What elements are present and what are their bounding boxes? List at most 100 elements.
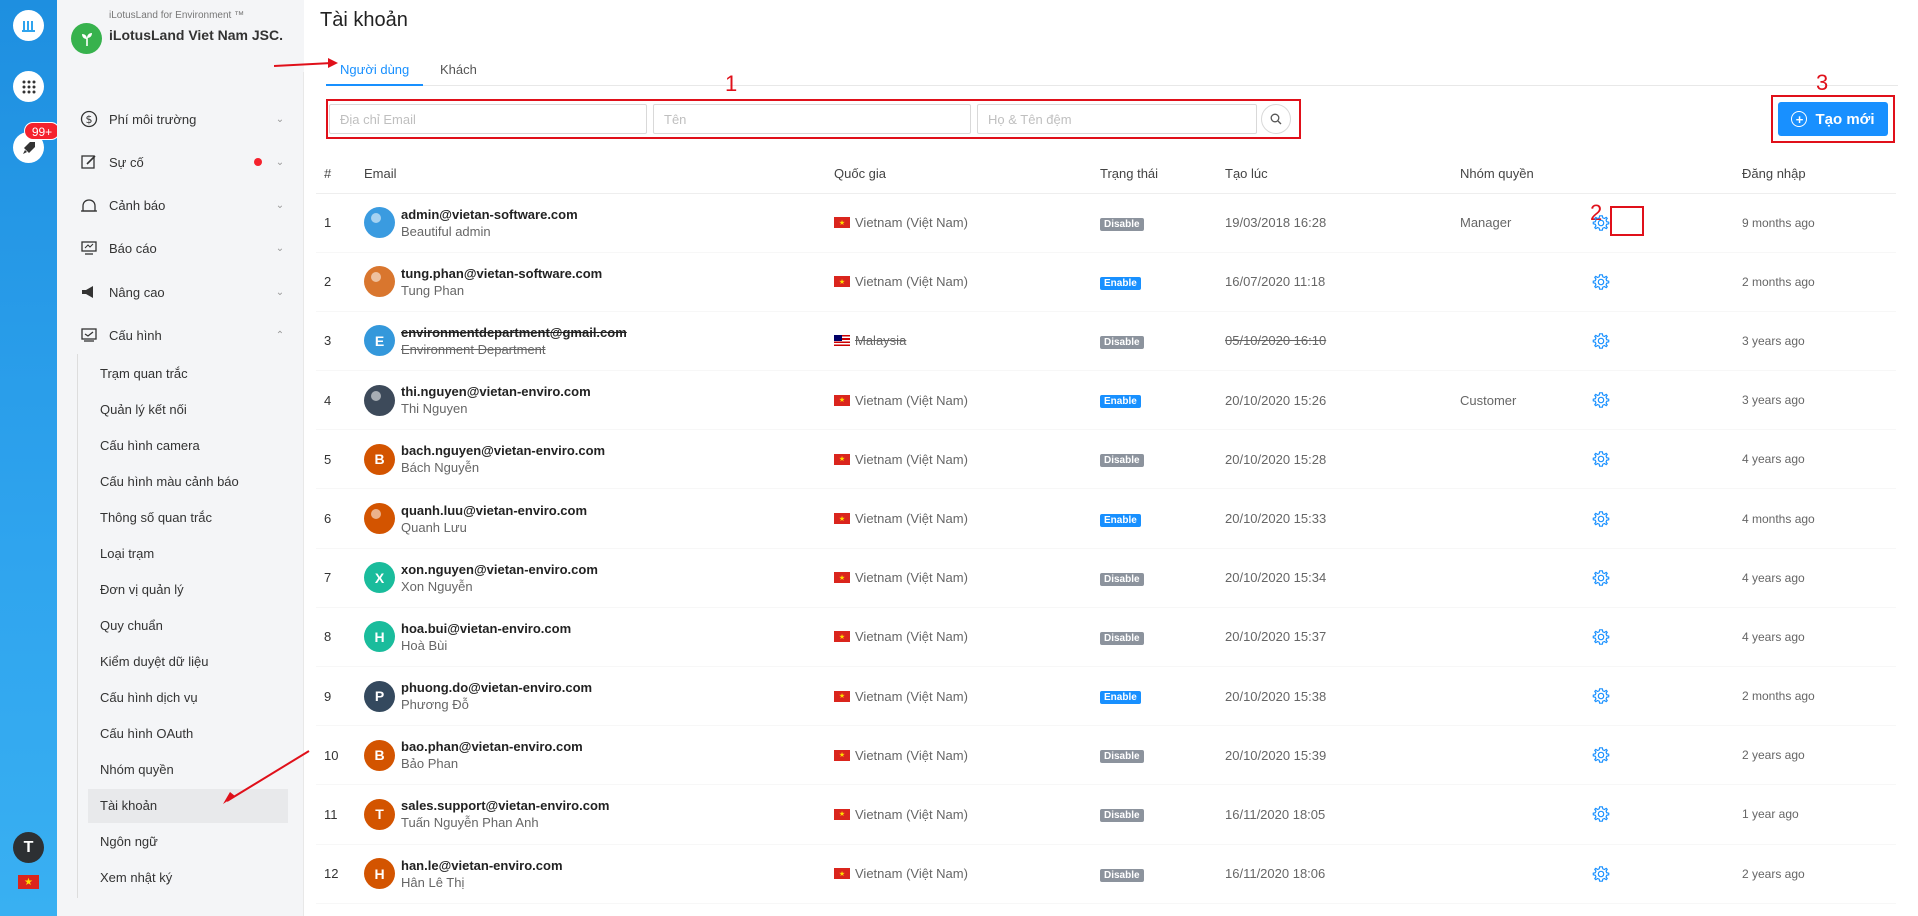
- role-settings-button[interactable]: [1590, 685, 1612, 707]
- submenu-item[interactable]: Ngôn ngữ: [88, 825, 288, 859]
- email-search-input[interactable]: [329, 104, 647, 134]
- table-row[interactable]: 6 quanh.luu@vietan-enviro.com Quanh Lưu …: [316, 488, 1896, 549]
- role-settings-button[interactable]: [1590, 863, 1612, 885]
- config-icon: [79, 325, 99, 345]
- menu-item-report[interactable]: Báo cáo ⌄: [57, 230, 304, 266]
- avatar-initial: T: [375, 806, 384, 823]
- role-settings-button[interactable]: [1590, 567, 1612, 589]
- status-cell: Disable: [1092, 784, 1217, 845]
- row-number: 1: [316, 193, 356, 253]
- row-number: 5: [316, 429, 356, 490]
- submenu-item[interactable]: Đơn vị quản lý: [88, 573, 288, 607]
- submenu-item[interactable]: Quy chuẩn: [88, 609, 288, 643]
- table-row[interactable]: 1 admin@vietan-software.com Beautiful ad…: [316, 193, 1896, 253]
- created-at: 20/10/2020 15:39: [1217, 725, 1452, 786]
- country-name: Vietnam (Việt Nam): [855, 629, 968, 645]
- row-number: 3: [316, 311, 356, 372]
- last-login: 4 years ago: [1734, 607, 1896, 668]
- created-at: 20/10/2020 15:28: [1217, 429, 1452, 490]
- user-email[interactable]: han.le@vietan-enviro.com: [401, 858, 563, 873]
- user-name: Tuấn Nguyễn Phan Anh: [401, 815, 539, 831]
- first-name-search-input[interactable]: [653, 104, 971, 134]
- sprout-logo-icon: [71, 23, 102, 54]
- last-login: 2 years ago: [1734, 844, 1896, 904]
- tab-users[interactable]: Người dùng: [326, 58, 424, 86]
- incident-dot: [254, 158, 262, 166]
- col-role: Nhóm quyền: [1452, 155, 1734, 194]
- avatar: H: [364, 858, 395, 890]
- user-avatar[interactable]: T: [13, 832, 44, 863]
- tab-guests[interactable]: Khách: [426, 58, 491, 86]
- submenu-item[interactable]: Quản lý kết nối: [88, 393, 288, 427]
- role-settings-button[interactable]: [1590, 389, 1612, 411]
- submenu-item[interactable]: Xem nhật ký: [88, 861, 288, 895]
- row-number: 11: [316, 784, 356, 845]
- table-row[interactable]: 8 H hoa.bui@vietan-enviro.com Hoà Bùi ★ V…: [316, 607, 1896, 668]
- country-name: Vietnam (Việt Nam): [855, 274, 968, 290]
- app-logo-icon[interactable]: [13, 10, 44, 41]
- avatar-initial: P: [374, 688, 385, 705]
- avatar: [364, 503, 395, 535]
- table-row[interactable]: 2 tung.phan@vietan-software.com Tung Pha…: [316, 252, 1896, 312]
- table-row[interactable]: 11 T sales.support@vietan-enviro.com Tuấ…: [316, 784, 1896, 845]
- last-name-search-input[interactable]: [977, 104, 1257, 134]
- submenu-item[interactable]: Trạm quan trắc: [88, 357, 288, 391]
- role-settings-button[interactable]: [1590, 212, 1612, 234]
- role-settings-button[interactable]: [1590, 803, 1612, 825]
- create-new-button[interactable]: + Tạo mới: [1778, 102, 1888, 136]
- user-email[interactable]: environmentdepartment@gmail.com: [401, 325, 627, 340]
- avatar-photo-icon: [364, 384, 395, 416]
- menu-item-environment-fee[interactable]: $ Phí môi trường ⌄: [57, 101, 304, 137]
- user-cell: B bao.phan@vietan-enviro.com Bảo Phan: [356, 725, 826, 786]
- user-email[interactable]: bao.phan@vietan-enviro.com: [401, 739, 583, 754]
- role-settings-button[interactable]: [1590, 626, 1612, 648]
- menu-item-warning[interactable]: Cảnh báo ⌄: [57, 187, 304, 223]
- submenu-item[interactable]: Cấu hình OAuth: [88, 717, 288, 751]
- menu-item-configuration[interactable]: Cấu hình ⌃: [57, 317, 304, 353]
- table-row[interactable]: 9 P phuong.do@vietan-enviro.com Phương Đ…: [316, 666, 1896, 727]
- main-content: Tài khoản Người dùng Khách 1 3 + Tạo mới…: [274, 0, 1918, 916]
- chevron-up-icon: ⌃: [275, 329, 285, 341]
- search-button[interactable]: [1261, 104, 1291, 134]
- user-email[interactable]: bach.nguyen@vietan-enviro.com: [401, 443, 605, 458]
- table-row[interactable]: 4 thi.nguyen@vietan-enviro.com Thi Nguye…: [316, 370, 1896, 431]
- submenu-item[interactable]: Cấu hình màu cảnh báo: [88, 465, 288, 499]
- status-cell: Disable: [1092, 844, 1217, 904]
- table-row[interactable]: 10 B bao.phan@vietan-enviro.com Bảo Phan…: [316, 725, 1896, 786]
- submenu-item[interactable]: Loại trạm: [88, 537, 288, 571]
- role-settings-button[interactable]: [1590, 508, 1612, 530]
- gear-icon: [1592, 629, 1610, 645]
- role-settings-button[interactable]: [1590, 448, 1612, 470]
- col-status: Trạng thái: [1092, 155, 1217, 194]
- menu-item-incident[interactable]: Sự cố ⌄: [57, 144, 304, 180]
- country-name: Vietnam (Việt Nam): [855, 215, 968, 231]
- annotation-number-3: 3: [1816, 70, 1829, 95]
- table-row[interactable]: 3 E environmentdepartment@gmail.com Envi…: [316, 311, 1896, 372]
- submenu-item[interactable]: Cấu hình camera: [88, 429, 288, 463]
- create-button-label: Tạo mới: [1815, 110, 1875, 128]
- user-email[interactable]: admin@vietan-software.com: [401, 207, 578, 222]
- user-email[interactable]: xon.nguyen@vietan-enviro.com: [401, 562, 598, 577]
- user-email[interactable]: quanh.luu@vietan-enviro.com: [401, 503, 587, 518]
- user-email[interactable]: phuong.do@vietan-enviro.com: [401, 680, 592, 695]
- submenu-item[interactable]: Cấu hình dịch vụ: [88, 681, 288, 715]
- role-settings-button[interactable]: [1590, 271, 1612, 293]
- submenu-item[interactable]: Kiểm duyệt dữ liệu: [88, 645, 288, 679]
- table-row[interactable]: 7 X xon.nguyen@vietan-enviro.com Xon Ngu…: [316, 548, 1896, 608]
- user-email[interactable]: hoa.bui@vietan-enviro.com: [401, 621, 571, 636]
- vietnam-flag-icon[interactable]: ★: [18, 875, 39, 889]
- role-settings-button[interactable]: [1590, 330, 1612, 352]
- submenu-item[interactable]: Thông số quan trắc: [88, 501, 288, 535]
- user-email[interactable]: tung.phan@vietan-software.com: [401, 266, 602, 281]
- role-settings-button[interactable]: [1590, 744, 1612, 766]
- table-row[interactable]: 5 B bach.nguyen@vietan-enviro.com Bách N…: [316, 429, 1896, 490]
- table-row[interactable]: 12 H han.le@vietan-enviro.com Hân Lê Thị…: [316, 844, 1896, 904]
- menu-item-advanced[interactable]: Nâng cao ⌄: [57, 274, 304, 310]
- status-badge: Enable: [1100, 395, 1141, 409]
- country-cell: ★ Vietnam (Việt Nam): [826, 844, 1092, 904]
- user-email[interactable]: sales.support@vietan-enviro.com: [401, 798, 609, 813]
- created-at: 19/03/2018 16:28: [1217, 193, 1452, 253]
- apps-grid-icon[interactable]: [13, 71, 44, 102]
- role-cell: [1452, 725, 1734, 786]
- user-email[interactable]: thi.nguyen@vietan-enviro.com: [401, 384, 591, 399]
